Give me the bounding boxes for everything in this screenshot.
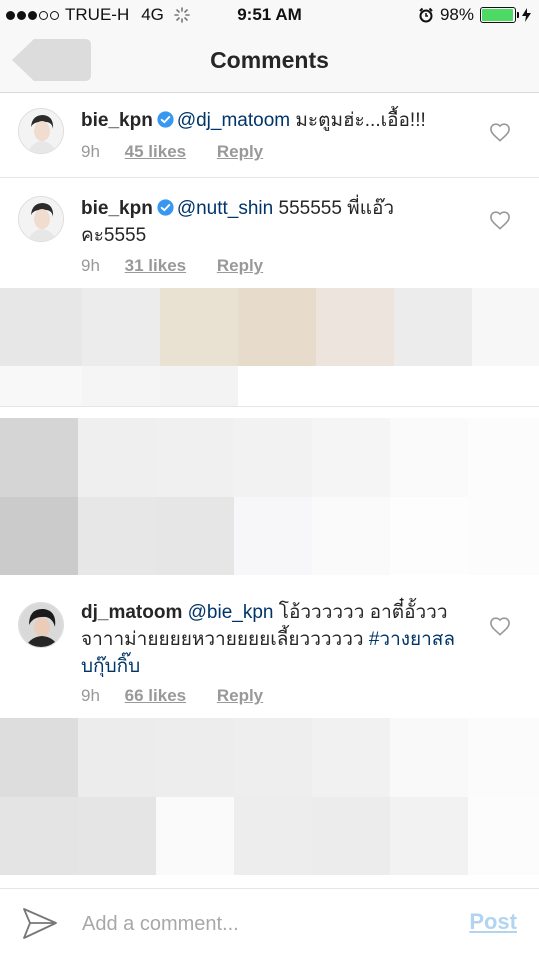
alarm-icon [419,7,433,23]
comment-item: bie_kpn @dj_matoom มะตูมฮ่ะ...เอื้อ!!! 9h… [0,94,539,177]
comment-time: 9h [81,256,100,275]
comment-username[interactable]: bie_kpn [81,110,153,131]
comment-time: 9h [81,142,100,161]
page-title: Comments [210,47,329,73]
pixelated-content [0,288,539,366]
heart-icon[interactable] [489,122,511,142]
pixelated-content [0,418,539,497]
comment-composer: Post [0,888,539,960]
likes-count[interactable]: 45 likes [125,142,186,162]
comment-mention[interactable]: @bie_kpn [188,602,274,623]
divider [0,406,539,407]
avatar[interactable] [18,108,64,154]
comment-meta: 9h 31 likes Reply [81,256,263,276]
status-right: 98% [418,5,531,25]
verified-badge-icon [157,111,174,128]
heart-icon[interactable] [489,616,511,636]
reply-button[interactable]: Reply [217,142,263,162]
pixelated-content [0,718,539,797]
heart-icon[interactable] [489,210,511,230]
avatar[interactable] [18,602,64,648]
pixelated-content [0,366,539,406]
comment-time: 9h [81,686,100,705]
reply-button[interactable]: Reply [217,256,263,276]
comment-text: bie_kpn @nutt_shin 555555 พี่แอ๊วคะ5555 [81,195,426,249]
comment-item: dj_matoom @bie_kpn โอ้วววววว อาตี๋อั้ววว… [0,588,539,718]
avatar[interactable] [18,196,64,242]
battery-icon [480,7,519,23]
comment-input[interactable] [82,909,442,939]
comment-meta: 9h 45 likes Reply [81,142,263,162]
pixelated-content [0,797,539,875]
comment-text: dj_matoom @bie_kpn โอ้วววววว อาตี๋อั้ววว… [81,599,461,680]
status-bar: TRUE-H 4G 9:51 AM 98% [0,0,539,30]
pixelated-content [0,497,539,575]
post-button[interactable]: Post [469,909,517,935]
likes-count[interactable]: 31 likes [125,256,186,276]
nav-bar: Comments [0,30,539,93]
send-icon[interactable] [22,907,58,941]
comment-message: มะตูมฮ่ะ...เอื้อ!!! [290,110,426,131]
charging-bolt-icon [522,8,531,22]
comment-meta: 9h 66 likes Reply [81,686,263,706]
comment-mention[interactable]: @dj_matoom [177,110,290,131]
comment-username[interactable]: dj_matoom [81,602,182,623]
comment-item: bie_kpn @nutt_shin 555555 พี่แอ๊วคะ5555 9… [0,178,539,286]
battery-percent: 98% [439,5,474,24]
likes-count[interactable]: 66 likes [125,686,186,706]
reply-button[interactable]: Reply [217,686,263,706]
verified-badge-icon [157,199,174,216]
comment-mention[interactable]: @nutt_shin [177,198,273,219]
comment-text: bie_kpn @dj_matoom มะตูมฮ่ะ...เอื้อ!!! [81,107,461,134]
comment-username[interactable]: bie_kpn [81,198,153,219]
